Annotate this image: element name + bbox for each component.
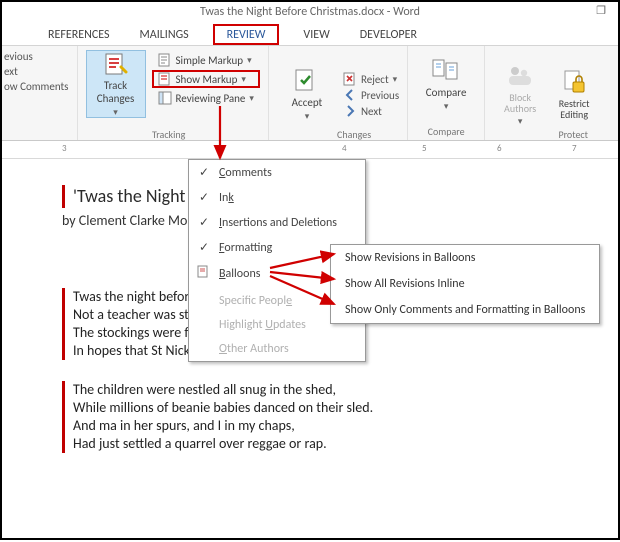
menu-item-ink[interactable]: ✓InkInk xyxy=(189,185,365,210)
submenu-show-all-inline[interactable]: Show All Revisions Inline xyxy=(331,271,599,297)
group-label-changes: Changes xyxy=(337,126,371,141)
title-bar: Twas the Night Before Christmas.docx - W… xyxy=(2,2,618,22)
group-label-tracking: Tracking xyxy=(152,126,185,141)
tab-references[interactable]: REFERENCES xyxy=(42,24,116,45)
show-markup-dropdown[interactable]: Show Markup ▾ xyxy=(152,70,260,88)
show-comments-button[interactable]: ow Comments xyxy=(4,80,69,93)
menu-item-other-authors[interactable]: Other AuthorsOther Authors xyxy=(189,337,365,361)
doc-line: The children were nestled all snug in th… xyxy=(73,381,598,399)
previous-change-button[interactable]: Previous xyxy=(343,88,399,102)
reviewing-pane-dropdown[interactable]: Reviewing Pane ▾ xyxy=(152,90,260,106)
restrict-editing-icon xyxy=(560,68,588,96)
ribbon: evious ext ow Comments Track Changes ▾ S… xyxy=(2,46,618,141)
track-changes-label: Track Changes xyxy=(87,79,145,105)
next-change-button[interactable]: Next xyxy=(343,104,382,118)
previous-comment-button[interactable]: evious xyxy=(4,50,33,63)
chevron-down-icon: ▾ xyxy=(249,93,254,104)
next-comment-button[interactable]: ext xyxy=(4,65,18,78)
restore-window-button[interactable]: ❐ xyxy=(590,2,612,19)
tab-review[interactable]: REVIEW xyxy=(213,24,280,45)
doc-line: While millions of beanie babies danced o… xyxy=(73,399,598,417)
chevron-down-icon: ▾ xyxy=(241,74,246,85)
previous-icon xyxy=(343,88,357,102)
chevron-down-icon: ▾ xyxy=(113,107,118,118)
group-label-compare: Compare xyxy=(428,123,465,138)
menu-item-comments[interactable]: ✓CCommentsomments xyxy=(189,160,365,185)
markup-icon xyxy=(158,53,172,67)
horizontal-ruler[interactable]: 3 4 5 6 7 xyxy=(2,141,618,159)
display-for-review-dropdown[interactable]: Simple Markup ▾ xyxy=(152,52,260,68)
submenu-show-revisions-balloons[interactable]: Show Revisions in Balloons xyxy=(331,245,599,271)
track-changes-icon xyxy=(102,51,130,77)
accept-icon xyxy=(293,66,321,94)
block-authors-button[interactable]: Block Authors ▾ xyxy=(493,60,547,128)
compare-icon xyxy=(432,56,460,84)
menu-item-insertions-deletions[interactable]: ✓Insertions and DeletionsInsertions and … xyxy=(189,210,365,235)
group-label-protect: Protect xyxy=(558,126,588,141)
tab-view[interactable]: VIEW xyxy=(297,24,335,45)
block-authors-icon xyxy=(506,62,534,90)
submenu-show-comments-formatting[interactable]: Show Only Comments and Formatting in Bal… xyxy=(331,297,599,323)
chevron-down-icon: ▾ xyxy=(305,111,310,122)
chevron-down-icon: ▾ xyxy=(444,101,449,112)
doc-line: And ma in her spurs, and I in my chaps, xyxy=(73,417,598,435)
next-icon xyxy=(343,104,357,118)
tab-developer[interactable]: DEVELOPER xyxy=(354,24,423,45)
balloons-icon xyxy=(197,265,211,283)
reject-button[interactable]: Reject ▾ xyxy=(343,72,397,86)
accept-button[interactable]: Accept ▾ xyxy=(277,60,337,128)
reject-icon xyxy=(343,72,357,86)
balloons-submenu: Show Revisions in Balloons Show All Revi… xyxy=(330,244,600,324)
comments-nav: evious ext ow Comments xyxy=(4,50,69,93)
doc-line: Had just settled a quarrel over reggae o… xyxy=(73,435,598,453)
show-markup-icon xyxy=(158,72,172,86)
track-changes-button[interactable]: Track Changes ▾ xyxy=(86,50,146,118)
ribbon-tabstrip: REFERENCES MAILINGS REVIEW VIEW DEVELOPE… xyxy=(2,22,618,46)
window-title: Twas the Night Before Christmas.docx - W… xyxy=(200,5,420,19)
group-label-comments xyxy=(4,123,6,138)
tab-mailings[interactable]: MAILINGS xyxy=(134,24,195,45)
reviewing-pane-icon xyxy=(158,91,172,105)
restrict-editing-button[interactable]: Restrict Editing xyxy=(549,60,599,128)
chevron-down-icon: ▾ xyxy=(247,55,252,66)
compare-button[interactable]: Compare ▾ xyxy=(416,50,476,118)
